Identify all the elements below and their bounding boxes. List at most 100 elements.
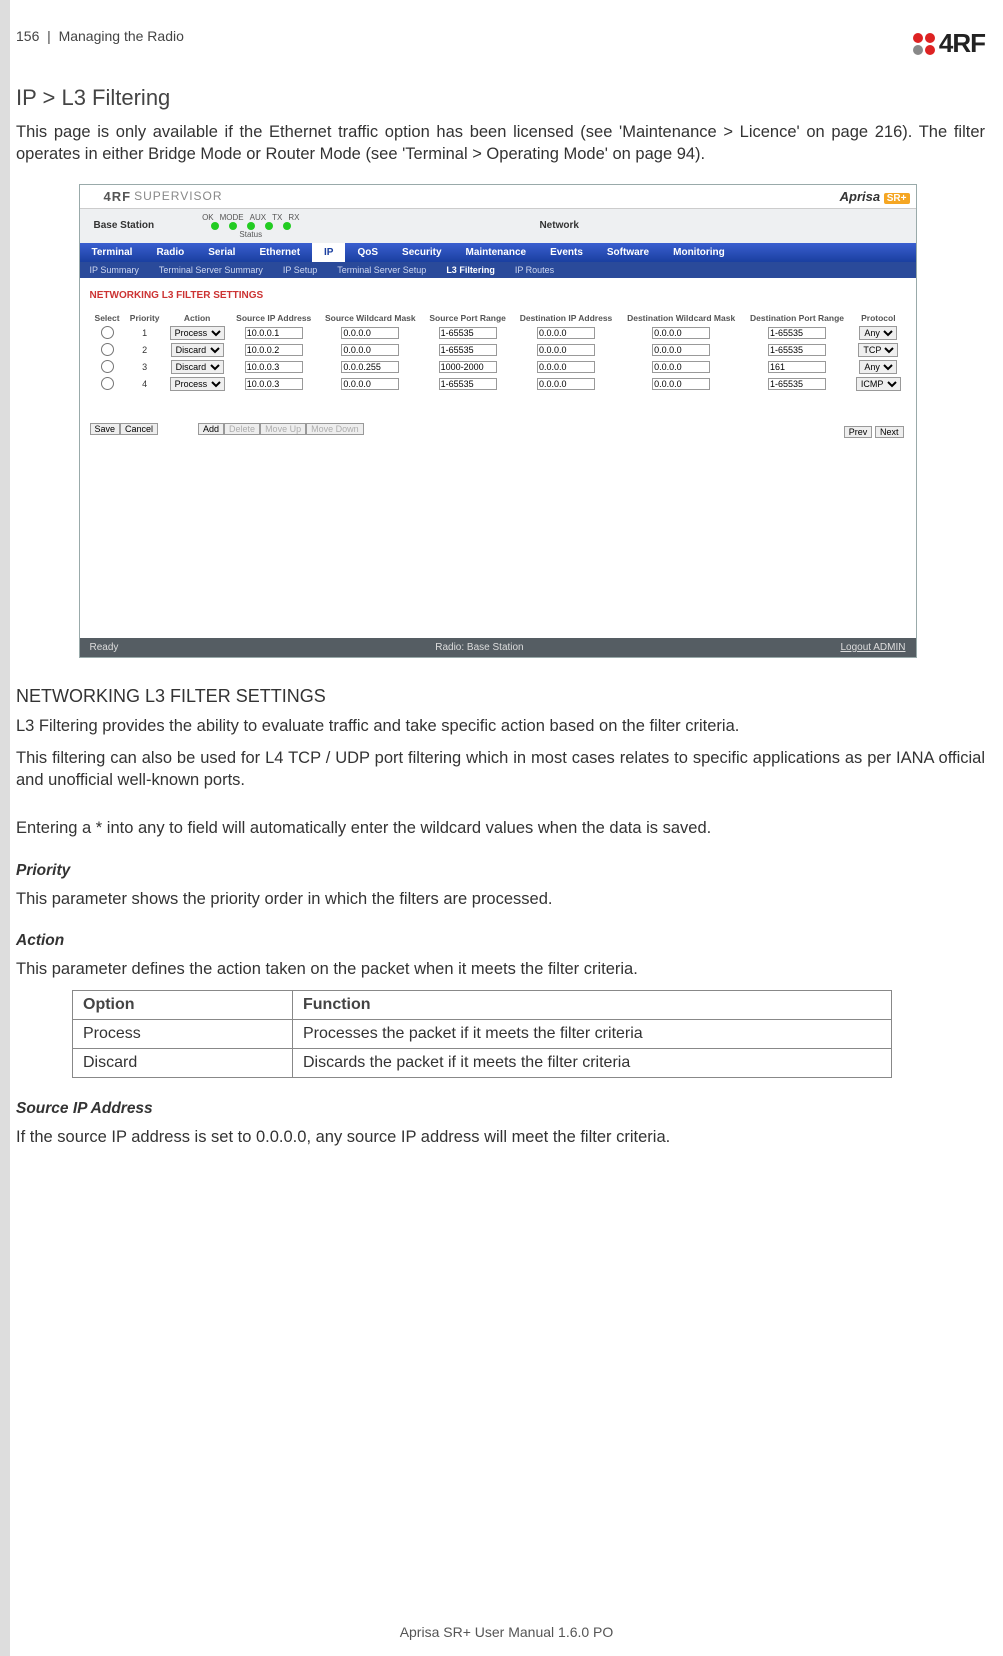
col-srcip: Source IP Address: [230, 311, 318, 325]
nav-ethernet[interactable]: Ethernet: [247, 243, 312, 262]
dstip-input[interactable]: [537, 344, 595, 356]
filter-row: 2DiscardTCP: [90, 342, 906, 359]
movedown-button[interactable]: Move Down: [306, 423, 364, 435]
priority-cell: 1: [125, 325, 165, 342]
cancel-button[interactable]: Cancel: [120, 423, 158, 435]
filter-row: 1 Process Any: [90, 325, 906, 342]
status-ready: Ready: [90, 642, 119, 653]
nav-security[interactable]: Security: [390, 243, 453, 262]
dstport-input[interactable]: [768, 344, 826, 356]
select-radio[interactable]: [101, 326, 114, 339]
srcip-input[interactable]: [245, 361, 303, 373]
priority-heading: Priority: [10, 862, 985, 880]
subnav-l3filtering[interactable]: L3 Filtering: [436, 262, 505, 278]
save-button[interactable]: Save: [90, 423, 121, 435]
aprisa-logo: Aprisa SR+: [840, 189, 910, 204]
nav-qos[interactable]: QoS: [345, 243, 390, 262]
srcip-paragraph: If the source IP address is set to 0.0.0…: [10, 1126, 985, 1148]
moveup-button[interactable]: Move Up: [260, 423, 306, 435]
supervisor-label: SUPERVISOR: [134, 189, 222, 203]
srcip-input[interactable]: [245, 344, 303, 356]
base-station-label: Base Station: [86, 218, 163, 233]
select-radio[interactable]: [101, 343, 114, 356]
srcmask-input[interactable]: [341, 378, 399, 390]
page-header-left: 156 | Managing the Radio: [10, 28, 184, 44]
priority-cell: 4: [125, 376, 165, 393]
nav-ip[interactable]: IP: [312, 243, 345, 262]
dstip-input[interactable]: [537, 327, 595, 339]
filter-row: 3 Discard Any: [90, 359, 906, 376]
option-table: Option Function Process Processes the pa…: [72, 990, 892, 1078]
dstip-input[interactable]: [537, 378, 595, 390]
page-title: IP > L3 Filtering: [10, 85, 985, 111]
para-l3filtering: L3 Filtering provides the ability to eva…: [10, 715, 985, 737]
dstport-input[interactable]: [768, 378, 826, 390]
action-select[interactable]: Discard: [171, 360, 224, 374]
subnav-tss[interactable]: Terminal Server Summary: [149, 262, 273, 278]
select-radio[interactable]: [101, 377, 114, 390]
srcport-input[interactable]: [439, 378, 497, 390]
action-select[interactable]: Process: [170, 377, 225, 391]
srcport-input[interactable]: [439, 344, 497, 356]
opt-process-desc: Processes the packet if it meets the fil…: [293, 1020, 892, 1049]
status-leds: OK MODE AUX TX RX Status: [202, 213, 299, 239]
dstmask-input[interactable]: [652, 327, 710, 339]
subnav-iproutes[interactable]: IP Routes: [505, 262, 564, 278]
srcport-input[interactable]: [439, 361, 497, 373]
srcip-heading: Source IP Address: [10, 1100, 985, 1118]
srcmask-input[interactable]: [341, 344, 399, 356]
add-button[interactable]: Add: [198, 423, 224, 435]
proto-select[interactable]: Any: [859, 326, 897, 340]
opt-discard-desc: Discards the packet if it meets the filt…: [293, 1049, 892, 1078]
delete-button[interactable]: Delete: [224, 423, 260, 435]
col-srcmask: Source Wildcard Mask: [318, 311, 423, 325]
subnav-tssetup[interactable]: Terminal Server Setup: [327, 262, 436, 278]
col-dstmask: Destination Wildcard Mask: [619, 311, 742, 325]
dstip-input[interactable]: [537, 361, 595, 373]
para-wildcard: Entering a * into any to field will auto…: [10, 817, 985, 839]
nav-maintenance[interactable]: Maintenance: [454, 243, 539, 262]
proto-select[interactable]: ICMP: [856, 377, 901, 391]
supervisor-screenshot: 4RF SUPERVISOR Aprisa SR+ Base Station O…: [79, 184, 917, 658]
srcport-input[interactable]: [439, 327, 497, 339]
logo-dots-icon: [913, 33, 935, 55]
dstmask-input[interactable]: [652, 378, 710, 390]
proto-select[interactable]: TCP: [858, 343, 898, 357]
srcmask-input[interactable]: [341, 361, 399, 373]
col-dstip: Destination IP Address: [513, 311, 620, 325]
proto-select[interactable]: Any: [859, 360, 897, 374]
dstmask-input[interactable]: [652, 344, 710, 356]
col-select: Select: [90, 311, 125, 325]
nav-monitoring[interactable]: Monitoring: [661, 243, 737, 262]
intro-paragraph: This page is only available if the Ether…: [10, 121, 985, 166]
section-title: Managing the Radio: [59, 28, 184, 44]
subnav-ipsetup[interactable]: IP Setup: [273, 262, 327, 278]
action-select[interactable]: Process: [170, 326, 225, 340]
action-select[interactable]: Discard: [171, 343, 224, 357]
priority-cell: 3: [125, 359, 165, 376]
status-label: Status: [239, 230, 262, 239]
prev-button[interactable]: Prev: [844, 426, 873, 438]
dstport-input[interactable]: [768, 327, 826, 339]
nav-terminal[interactable]: Terminal: [80, 243, 145, 262]
srcip-input[interactable]: [245, 327, 303, 339]
nav-serial[interactable]: Serial: [196, 243, 247, 262]
action-paragraph: This parameter defines the action taken …: [10, 958, 985, 980]
filter-row: 4 Process ICMP: [90, 376, 906, 393]
action-heading: Action: [10, 932, 985, 950]
select-radio[interactable]: [101, 360, 114, 373]
next-button[interactable]: Next: [875, 426, 904, 438]
srcip-input[interactable]: [245, 378, 303, 390]
srcmask-input[interactable]: [341, 327, 399, 339]
nav-software[interactable]: Software: [595, 243, 661, 262]
col-priority: Priority: [125, 311, 165, 325]
dstport-input[interactable]: [768, 361, 826, 373]
subnav-ipsummary[interactable]: IP Summary: [80, 262, 149, 278]
logo-4rf: 4RF: [913, 28, 985, 59]
dstmask-input[interactable]: [652, 361, 710, 373]
nav-radio[interactable]: Radio: [144, 243, 196, 262]
logout-link[interactable]: Logout ADMIN: [840, 642, 905, 653]
panel-title: NETWORKING L3 FILTER SETTINGS: [90, 290, 906, 301]
opt-h1: Option: [73, 991, 293, 1020]
nav-events[interactable]: Events: [538, 243, 595, 262]
